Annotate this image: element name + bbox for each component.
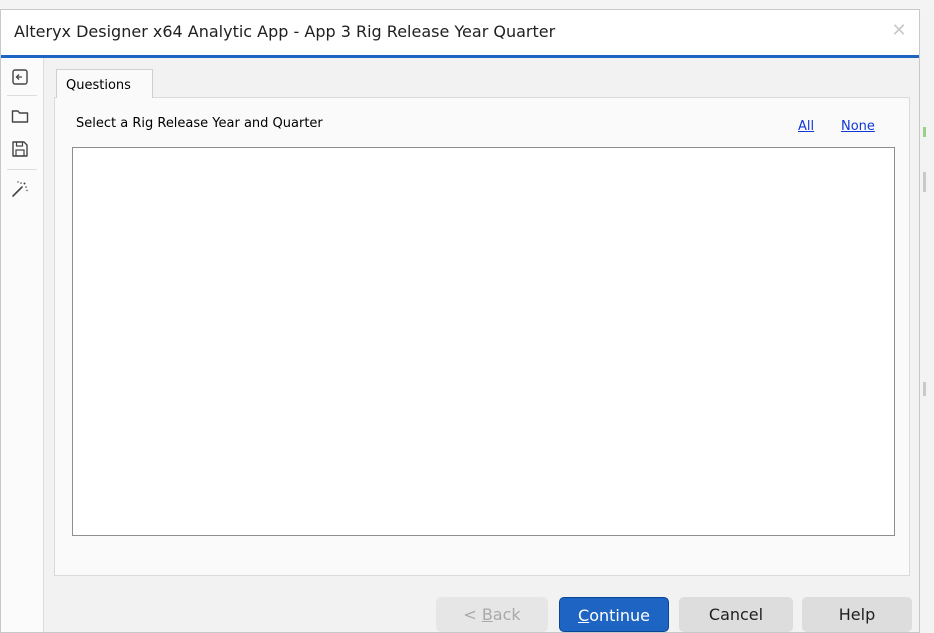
background-marker [923, 172, 926, 192]
cancel-button[interactable]: Cancel [679, 597, 793, 632]
window-title: Alteryx Designer x64 Analytic App - App … [14, 22, 556, 41]
select-all-link[interactable]: All [798, 119, 814, 134]
title-bar: Alteryx Designer x64 Analytic App - App … [1, 10, 919, 58]
toolbar-separator [7, 169, 37, 170]
left-toolbar [1, 58, 44, 632]
save-icon[interactable] [10, 139, 30, 159]
question-label: Select a Rig Release Year and Quarter [76, 116, 323, 131]
magic-wand-icon[interactable] [10, 179, 30, 199]
back-button[interactable]: < Back [436, 597, 548, 632]
open-folder-icon[interactable] [10, 106, 30, 126]
continue-mnemonic: C [578, 606, 590, 625]
back-mnemonic: B [481, 605, 493, 624]
background-application-strip [0, 0, 934, 9]
app-content: Questions Select a Rig Release Year and … [44, 58, 919, 632]
background-application-edge [920, 9, 934, 633]
questions-panel: Select a Rig Release Year and Quarter Al… [54, 97, 910, 576]
close-icon[interactable]: ✕ [889, 21, 909, 41]
collapse-panel-icon[interactable] [10, 67, 30, 87]
background-marker [923, 382, 926, 396]
year-quarter-listbox[interactable] [72, 147, 895, 536]
tab-questions[interactable]: Questions [56, 69, 153, 98]
select-none-link[interactable]: None [841, 119, 875, 134]
analytic-app-dialog: Alteryx Designer x64 Analytic App - App … [0, 9, 920, 633]
help-button[interactable]: Help [802, 597, 912, 632]
tab-label: Questions [66, 78, 131, 93]
toolbar-separator [7, 95, 37, 96]
background-marker [923, 127, 926, 137]
continue-button[interactable]: Continue [559, 597, 669, 632]
